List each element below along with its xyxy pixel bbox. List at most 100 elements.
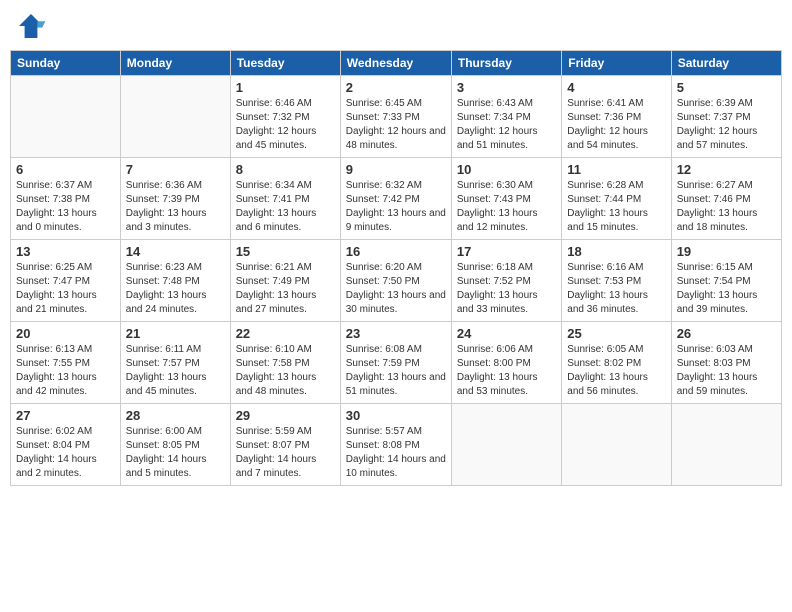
day-number: 30: [346, 408, 446, 423]
day-header-wednesday: Wednesday: [340, 51, 451, 76]
calendar-cell: 7 Sunrise: 6:36 AM Sunset: 7:39 PM Daylig…: [120, 158, 230, 240]
day-number: 23: [346, 326, 446, 341]
day-content: Sunrise: 6:03 AM Sunset: 8:03 PM Dayligh…: [677, 343, 776, 399]
calendar-cell: 10 Sunrise: 6:30 AM Sunset: 7:43 PM Dayli…: [451, 158, 561, 240]
day-number: 25: [567, 326, 665, 341]
calendar-cell: 18 Sunrise: 6:16 AM Sunset: 7:53 PM Dayli…: [562, 240, 671, 322]
calendar-cell: [451, 404, 561, 486]
calendar-cell: 23 Sunrise: 6:08 AM Sunset: 7:59 PM Dayli…: [340, 322, 451, 404]
day-number: 2: [346, 80, 446, 95]
day-number: 19: [677, 244, 776, 259]
calendar-cell: 5 Sunrise: 6:39 AM Sunset: 7:37 PM Daylig…: [671, 76, 781, 158]
calendar-cell: [562, 404, 671, 486]
day-header-tuesday: Tuesday: [230, 51, 340, 76]
calendar-cell: 17 Sunrise: 6:18 AM Sunset: 7:52 PM Dayli…: [451, 240, 561, 322]
day-content: Sunrise: 6:32 AM Sunset: 7:42 PM Dayligh…: [346, 179, 446, 235]
day-number: 16: [346, 244, 446, 259]
calendar-cell: [11, 76, 121, 158]
calendar-cell: 22 Sunrise: 6:10 AM Sunset: 7:58 PM Dayli…: [230, 322, 340, 404]
day-content: Sunrise: 5:59 AM Sunset: 8:07 PM Dayligh…: [236, 425, 335, 481]
calendar-cell: 25 Sunrise: 6:05 AM Sunset: 8:02 PM Dayli…: [562, 322, 671, 404]
day-header-sunday: Sunday: [11, 51, 121, 76]
day-number: 10: [457, 162, 556, 177]
day-content: Sunrise: 6:45 AM Sunset: 7:33 PM Dayligh…: [346, 97, 446, 153]
calendar-cell: 16 Sunrise: 6:20 AM Sunset: 7:50 PM Dayli…: [340, 240, 451, 322]
day-content: Sunrise: 6:30 AM Sunset: 7:43 PM Dayligh…: [457, 179, 556, 235]
calendar-cell: 15 Sunrise: 6:21 AM Sunset: 7:49 PM Dayli…: [230, 240, 340, 322]
day-content: Sunrise: 6:18 AM Sunset: 7:52 PM Dayligh…: [457, 261, 556, 317]
day-number: 15: [236, 244, 335, 259]
day-content: Sunrise: 6:20 AM Sunset: 7:50 PM Dayligh…: [346, 261, 446, 317]
day-content: Sunrise: 6:21 AM Sunset: 7:49 PM Dayligh…: [236, 261, 335, 317]
day-number: 14: [126, 244, 225, 259]
calendar-week-2: 6 Sunrise: 6:37 AM Sunset: 7:38 PM Daylig…: [11, 158, 782, 240]
day-content: Sunrise: 6:05 AM Sunset: 8:02 PM Dayligh…: [567, 343, 665, 399]
day-content: Sunrise: 6:36 AM Sunset: 7:39 PM Dayligh…: [126, 179, 225, 235]
calendar-table: SundayMondayTuesdayWednesdayThursdayFrid…: [10, 50, 782, 486]
calendar-cell: 8 Sunrise: 6:34 AM Sunset: 7:41 PM Daylig…: [230, 158, 340, 240]
day-content: Sunrise: 6:13 AM Sunset: 7:55 PM Dayligh…: [16, 343, 115, 399]
day-number: 13: [16, 244, 115, 259]
calendar-cell: 9 Sunrise: 6:32 AM Sunset: 7:42 PM Daylig…: [340, 158, 451, 240]
day-number: 7: [126, 162, 225, 177]
day-number: 22: [236, 326, 335, 341]
calendar-cell: 13 Sunrise: 6:25 AM Sunset: 7:47 PM Dayli…: [11, 240, 121, 322]
calendar-cell: 28Sunrise: 6:00 AM Sunset: 8:05 PM Dayli…: [120, 404, 230, 486]
calendar-week-4: 20 Sunrise: 6:13 AM Sunset: 7:55 PM Dayli…: [11, 322, 782, 404]
logo: [15, 10, 51, 42]
calendar-cell: [671, 404, 781, 486]
day-number: 5: [677, 80, 776, 95]
calendar-cell: 6 Sunrise: 6:37 AM Sunset: 7:38 PM Daylig…: [11, 158, 121, 240]
day-number: 20: [16, 326, 115, 341]
day-content: Sunrise: 6:46 AM Sunset: 7:32 PM Dayligh…: [236, 97, 335, 153]
day-header-monday: Monday: [120, 51, 230, 76]
calendar-week-5: 27 Sunrise: 6:02 AM Sunset: 8:04 PM Dayli…: [11, 404, 782, 486]
day-content: Sunrise: 6:02 AM Sunset: 8:04 PM Dayligh…: [16, 425, 115, 481]
calendar-cell: 20 Sunrise: 6:13 AM Sunset: 7:55 PM Dayli…: [11, 322, 121, 404]
calendar-cell: 4Sunrise: 6:41 AM Sunset: 7:36 PM Daylig…: [562, 76, 671, 158]
day-content: Sunrise: 6:16 AM Sunset: 7:53 PM Dayligh…: [567, 261, 665, 317]
day-number: 17: [457, 244, 556, 259]
day-header-saturday: Saturday: [671, 51, 781, 76]
calendar-cell: 19 Sunrise: 6:15 AM Sunset: 7:54 PM Dayli…: [671, 240, 781, 322]
calendar-cell: 30 Sunrise: 5:57 AM Sunset: 8:08 PM Dayli…: [340, 404, 451, 486]
day-number: 11: [567, 162, 665, 177]
day-number: 3: [457, 80, 556, 95]
day-number: 28: [126, 408, 225, 423]
page-header: [10, 10, 782, 42]
day-content: Sunrise: 6:10 AM Sunset: 7:58 PM Dayligh…: [236, 343, 335, 399]
calendar-cell: 26 Sunrise: 6:03 AM Sunset: 8:03 PM Dayli…: [671, 322, 781, 404]
day-content: Sunrise: 6:08 AM Sunset: 7:59 PM Dayligh…: [346, 343, 446, 399]
day-number: 8: [236, 162, 335, 177]
calendar-cell: 27 Sunrise: 6:02 AM Sunset: 8:04 PM Dayli…: [11, 404, 121, 486]
day-number: 24: [457, 326, 556, 341]
day-content: Sunrise: 6:23 AM Sunset: 7:48 PM Dayligh…: [126, 261, 225, 317]
day-header-friday: Friday: [562, 51, 671, 76]
day-content: Sunrise: 6:15 AM Sunset: 7:54 PM Dayligh…: [677, 261, 776, 317]
calendar-cell: [120, 76, 230, 158]
day-number: 6: [16, 162, 115, 177]
day-header-thursday: Thursday: [451, 51, 561, 76]
day-content: Sunrise: 5:57 AM Sunset: 8:08 PM Dayligh…: [346, 425, 446, 481]
calendar-cell: 3Sunrise: 6:43 AM Sunset: 7:34 PM Daylig…: [451, 76, 561, 158]
day-number: 9: [346, 162, 446, 177]
day-content: Sunrise: 6:34 AM Sunset: 7:41 PM Dayligh…: [236, 179, 335, 235]
calendar-cell: 29 Sunrise: 5:59 AM Sunset: 8:07 PM Dayli…: [230, 404, 340, 486]
day-number: 29: [236, 408, 335, 423]
day-number: 21: [126, 326, 225, 341]
day-number: 1: [236, 80, 335, 95]
day-content: Sunrise: 6:37 AM Sunset: 7:38 PM Dayligh…: [16, 179, 115, 235]
calendar-cell: 21Sunrise: 6:11 AM Sunset: 7:57 PM Dayli…: [120, 322, 230, 404]
logo-icon: [15, 10, 47, 42]
day-content: Sunrise: 6:06 AM Sunset: 8:00 PM Dayligh…: [457, 343, 556, 399]
day-content: Sunrise: 6:39 AM Sunset: 7:37 PM Dayligh…: [677, 97, 776, 153]
day-content: Sunrise: 6:41 AM Sunset: 7:36 PM Dayligh…: [567, 97, 665, 153]
day-number: 18: [567, 244, 665, 259]
day-number: 12: [677, 162, 776, 177]
day-content: Sunrise: 6:25 AM Sunset: 7:47 PM Dayligh…: [16, 261, 115, 317]
calendar-week-3: 13 Sunrise: 6:25 AM Sunset: 7:47 PM Dayli…: [11, 240, 782, 322]
day-number: 27: [16, 408, 115, 423]
calendar-cell: 1 Sunrise: 6:46 AM Sunset: 7:32 PM Daylig…: [230, 76, 340, 158]
day-number: 26: [677, 326, 776, 341]
calendar-cell: 11Sunrise: 6:28 AM Sunset: 7:44 PM Dayli…: [562, 158, 671, 240]
